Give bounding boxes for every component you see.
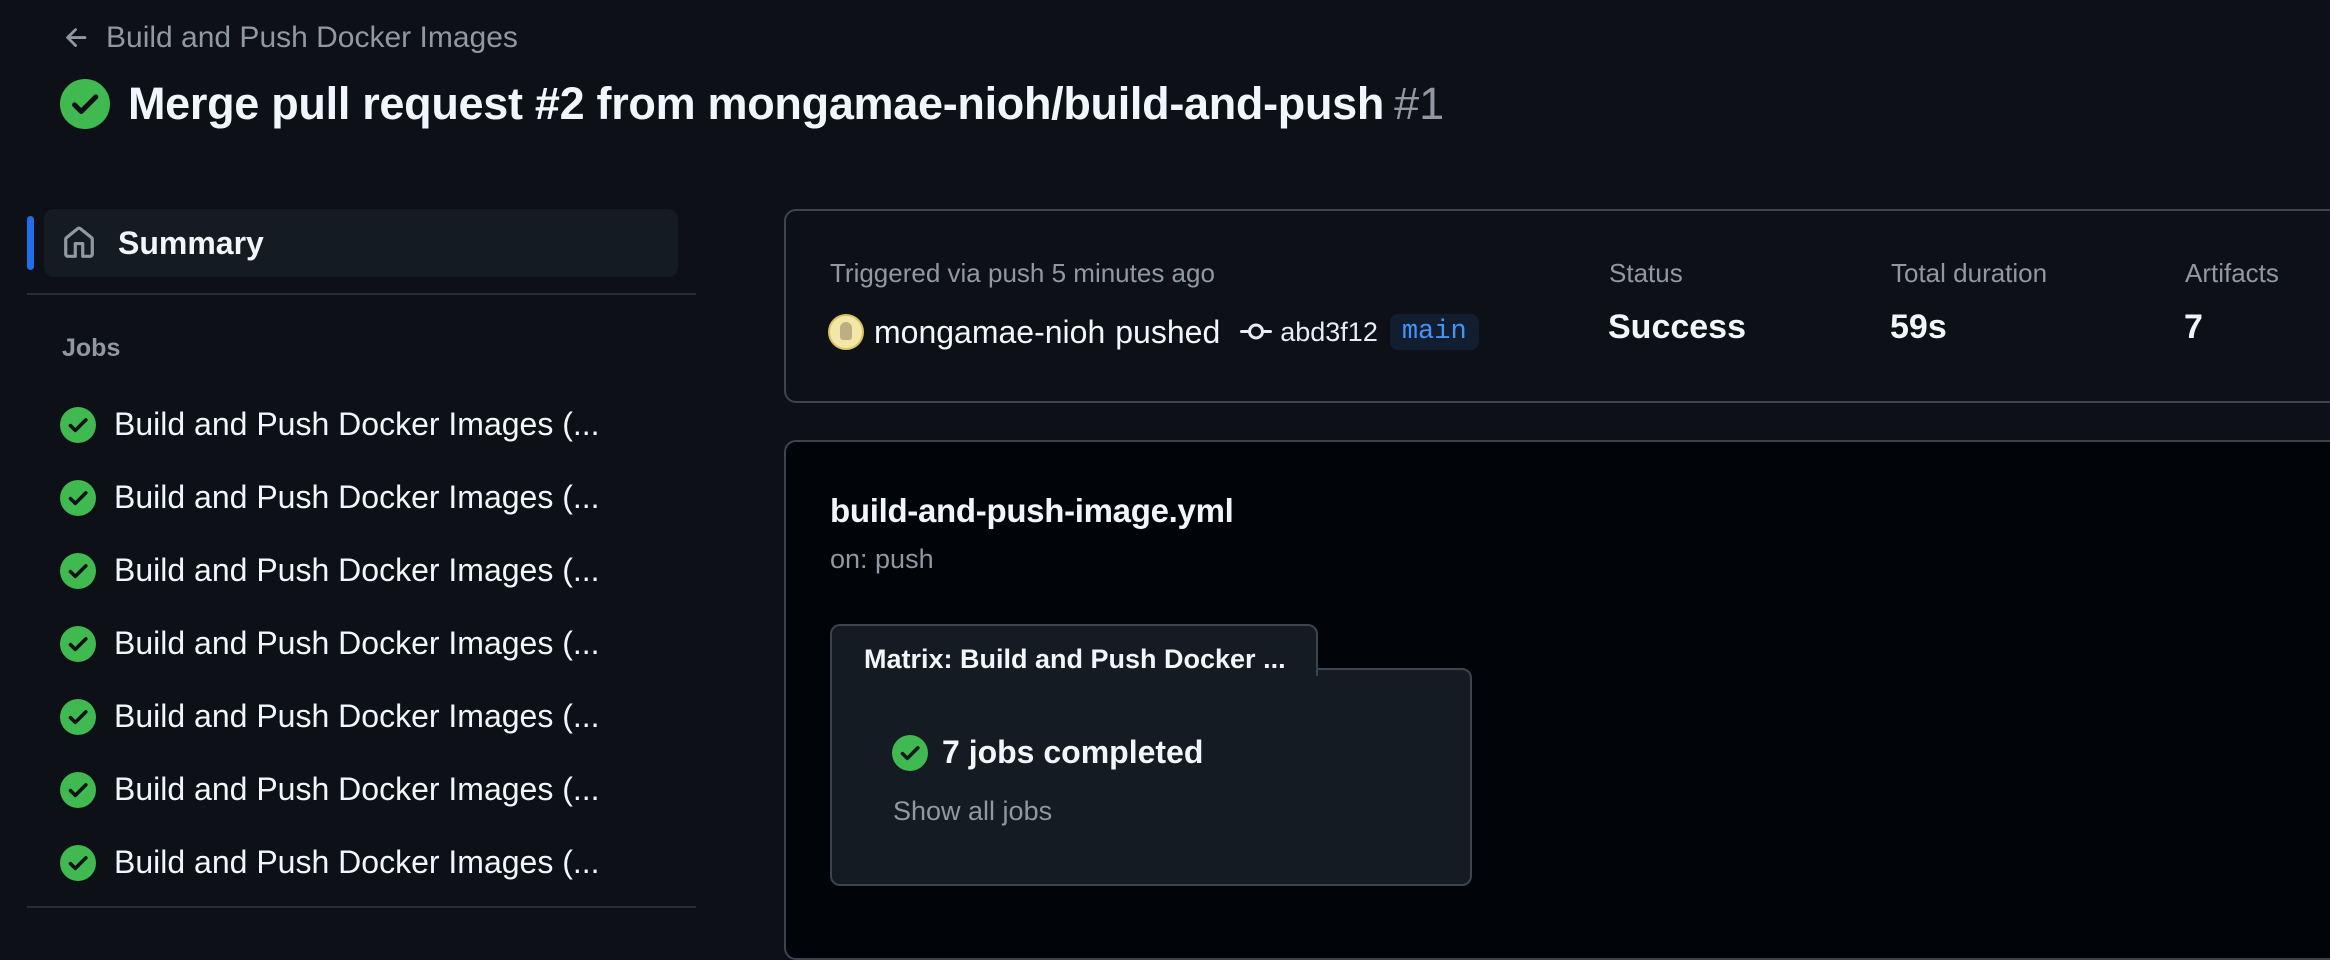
- job-item[interactable]: Build and Push Docker Images (...: [44, 680, 684, 753]
- matrix-status-text: 7 jobs completed: [942, 734, 1204, 770]
- check-circle-fill-icon: [60, 552, 96, 589]
- status-label: Status: [1609, 258, 1683, 288]
- show-all-jobs-button[interactable]: Show all jobs: [893, 796, 1052, 827]
- job-list: Build and Push Docker Images (... Build …: [44, 388, 684, 899]
- check-circle-fill-icon: [60, 479, 96, 516]
- job-label: Build and Push Docker Images (...: [114, 698, 600, 734]
- branch-tag[interactable]: main: [1389, 314, 1479, 350]
- triggered-text: Triggered via push 5 minutes ago: [830, 258, 1215, 288]
- home-icon: [64, 226, 94, 258]
- git-commit-icon: [1240, 323, 1273, 340]
- check-circle-fill-icon: [60, 698, 96, 735]
- commit-sha-link[interactable]: abd3f12: [1280, 317, 1378, 348]
- job-label: Build and Push Docker Images (...: [114, 844, 600, 880]
- back-link-label: Build and Push Docker Images: [106, 21, 518, 54]
- check-circle-fill-icon: [60, 625, 96, 662]
- arrow-left-icon: [66, 28, 87, 47]
- back-link[interactable]: Build and Push Docker Images: [62, 16, 518, 60]
- page-title: Merge pull request #2 from mongamae-nioh…: [60, 74, 1444, 134]
- matrix-status: 7 jobs completed: [892, 734, 1203, 771]
- run-number: #1: [1394, 78, 1445, 129]
- workflow-file-name: build-and-push-image.yml: [830, 492, 1234, 529]
- artifacts-label: Artifacts: [2185, 258, 2279, 288]
- job-item[interactable]: Build and Push Docker Images (...: [44, 607, 684, 680]
- active-indicator: [27, 216, 34, 270]
- job-label: Build and Push Docker Images (...: [114, 552, 600, 588]
- job-label: Build and Push Docker Images (...: [114, 771, 600, 807]
- job-item[interactable]: Build and Push Docker Images (...: [44, 826, 684, 899]
- sidebar-divider: [27, 906, 696, 908]
- check-circle-fill-icon: [60, 771, 96, 808]
- sidebar-item-summary[interactable]: Summary: [44, 209, 678, 277]
- artifacts-value[interactable]: 7: [2184, 308, 2203, 347]
- sidebar-divider: [27, 293, 696, 295]
- job-label: Build and Push Docker Images (...: [114, 406, 600, 442]
- status-value: Success: [1608, 308, 1746, 346]
- run-info-card: [784, 209, 2330, 403]
- job-item[interactable]: Build and Push Docker Images (...: [44, 388, 684, 461]
- check-circle-fill-icon: [60, 406, 96, 443]
- duration-value: 59s: [1890, 308, 1947, 346]
- action-text: pushed: [1115, 313, 1221, 350]
- duration-label: Total duration: [1891, 258, 2048, 288]
- job-item[interactable]: Build and Push Docker Images (...: [44, 461, 684, 534]
- check-circle-fill-icon: [892, 734, 928, 771]
- avatar[interactable]: [828, 314, 864, 350]
- run-title: Merge pull request #2 from mongamae-nioh…: [128, 78, 1385, 129]
- actor-link[interactable]: mongamae-nioh: [874, 314, 1105, 351]
- job-item[interactable]: Build and Push Docker Images (...: [44, 753, 684, 826]
- actor-row: mongamae-nioh pushed abd3f12 main: [828, 310, 1479, 354]
- jobs-heading: Jobs: [62, 334, 121, 362]
- workflow-trigger: on: push: [830, 544, 934, 574]
- matrix-job-box: [830, 668, 1472, 886]
- job-label: Build and Push Docker Images (...: [114, 479, 600, 515]
- job-item[interactable]: Build and Push Docker Images (...: [44, 534, 684, 607]
- check-circle-fill-icon: [60, 844, 96, 881]
- summary-label: Summary: [118, 224, 264, 261]
- job-label: Build and Push Docker Images (...: [114, 625, 600, 661]
- matrix-label: Matrix: Build and Push Docker ...: [864, 644, 1286, 674]
- check-circle-fill-icon: [60, 79, 110, 129]
